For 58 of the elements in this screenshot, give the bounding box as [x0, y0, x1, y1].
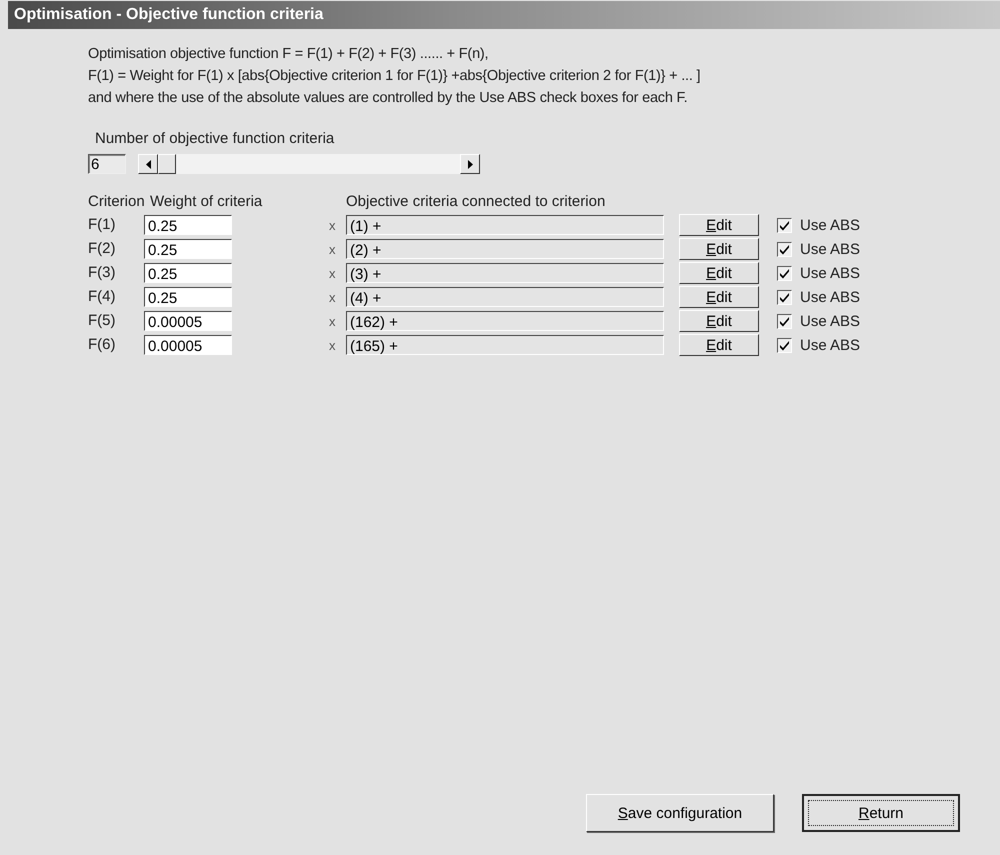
weight-field[interactable]: 0.25: [144, 215, 232, 235]
weight-field[interactable]: 0.00005: [144, 335, 232, 355]
multiply-sign: x: [329, 266, 336, 280]
edit-button[interactable]: Edit: [679, 262, 759, 284]
edit-button[interactable]: Edit: [679, 310, 759, 332]
right-arrow-icon: [468, 160, 472, 168]
edit-button[interactable]: Edit: [679, 238, 759, 260]
objective-field[interactable]: (3) +: [346, 263, 664, 283]
objective-field[interactable]: (2) +: [346, 239, 664, 259]
weight-field[interactable]: 0.25: [144, 263, 232, 283]
objective-field[interactable]: (1) +: [346, 215, 664, 235]
count-label: Number of objective function criteria: [95, 130, 336, 148]
criterion-label: F(6): [88, 335, 116, 355]
checkbox-label: Use ABS: [800, 312, 860, 330]
column-header: Criterion: [88, 192, 146, 212]
save-button[interactable]: Save configuration: [586, 794, 774, 832]
multiply-sign: x: [329, 338, 336, 352]
use-abs-checkbox[interactable]: [777, 242, 792, 256]
description-text: F(1) = Weight for F(1) x [abs{Objective criterion 1 for F(1)} +abs{Objective criterion 2 for F(1)} + ... ]: [88, 67, 702, 86]
edit-button[interactable]: Edit: [679, 214, 759, 236]
criterion-label: F(1): [88, 215, 116, 235]
objective-field[interactable]: (162) +: [346, 311, 664, 331]
use-abs-checkbox[interactable]: [777, 314, 792, 328]
checkbox-label: Use ABS: [800, 216, 860, 234]
checkbox-label: Use ABS: [800, 240, 860, 258]
scroll-right-button[interactable]: [460, 154, 480, 174]
use-abs-checkbox[interactable]: [777, 266, 792, 280]
weight-field[interactable]: 0.25: [144, 287, 232, 307]
window-title: Optimisation - Objective function criteria: [8, 1, 1000, 29]
criterion-label: F(4): [88, 287, 116, 307]
description-text: Optimisation objective function F = F(1) + F(2) + F(3) ...... + F(n),: [88, 45, 490, 64]
weight-field[interactable]: 0.00005: [144, 311, 232, 331]
criterion-label: F(5): [88, 311, 116, 331]
column-header: Weight of criteria: [150, 192, 264, 212]
return-button[interactable]: Return: [802, 794, 960, 832]
edit-button[interactable]: Edit: [679, 286, 759, 308]
checkbox-label: Use ABS: [800, 264, 860, 282]
multiply-sign: x: [329, 218, 336, 232]
use-abs-checkbox[interactable]: [777, 290, 792, 304]
column-header: Objective criteria connected to criterion: [346, 192, 606, 212]
use-abs-checkbox[interactable]: [777, 338, 792, 352]
left-arrow-icon: [146, 160, 150, 168]
objective-field[interactable]: (4) +: [346, 287, 664, 307]
use-abs-checkbox[interactable]: [777, 218, 792, 232]
count-field[interactable]: 6: [88, 154, 126, 174]
edit-button[interactable]: Edit: [679, 334, 759, 356]
scrollbar-thumb[interactable]: [158, 154, 176, 174]
checkbox-label: Use ABS: [800, 336, 860, 354]
weight-field[interactable]: 0.25: [144, 239, 232, 259]
multiply-sign: x: [329, 242, 336, 256]
description-text: and where the use of the absolute values are controlled by the Use ABS check boxes for each F.: [88, 89, 688, 108]
checkbox-label: Use ABS: [800, 288, 860, 306]
criterion-label: F(3): [88, 263, 116, 283]
multiply-sign: x: [329, 290, 336, 304]
objective-field[interactable]: (165) +: [346, 335, 664, 355]
scroll-left-button[interactable]: [138, 154, 158, 174]
criterion-label: F(2): [88, 239, 116, 259]
multiply-sign: x: [329, 314, 336, 328]
